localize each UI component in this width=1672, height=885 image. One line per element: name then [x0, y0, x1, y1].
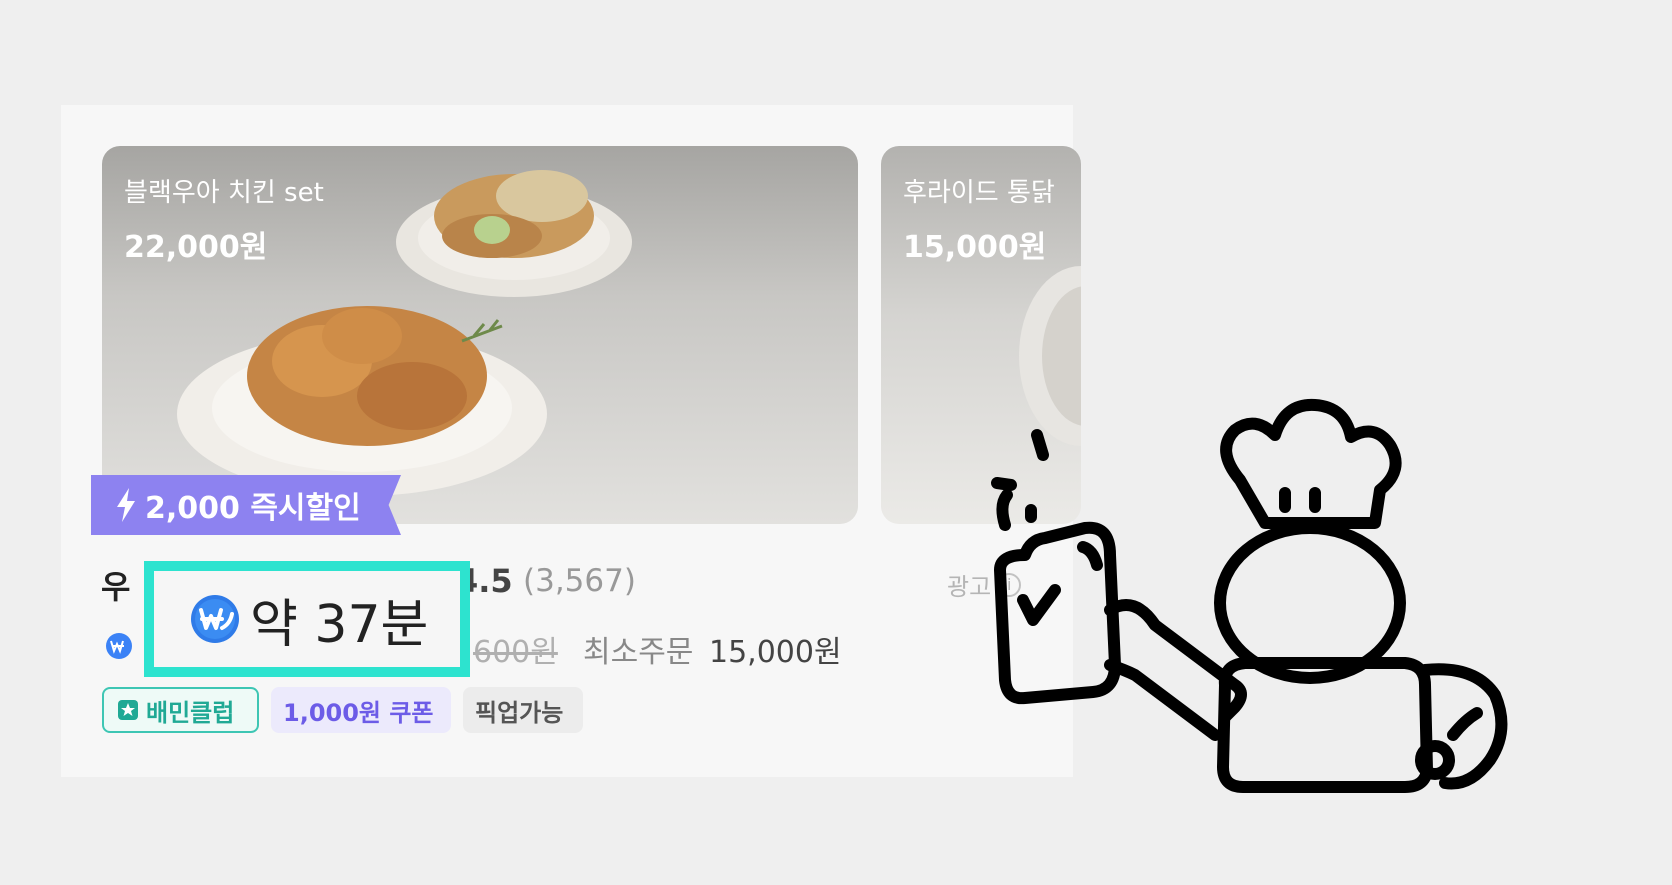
menu-item-name: 블랙우아 치킨 set [124, 178, 324, 208]
menu-item-price: 15,000원 [903, 230, 1047, 265]
coupon-tag: 1,000원 쿠폰 [271, 687, 451, 733]
min-order-label: 최소주문 [583, 635, 694, 670]
delivery-fee-original: 600원 [473, 635, 558, 670]
lightning-icon [117, 488, 135, 522]
discount-label: 2,000 즉시할인 [145, 491, 361, 526]
chef-illustration [991, 398, 1508, 793]
menu-item-price: 22,000원 [124, 230, 268, 265]
pickup-tag-label: 픽업가능 [475, 698, 564, 727]
club-tag-label: 배민클럽 [146, 698, 235, 727]
baemin-club-w-icon [106, 633, 132, 659]
eta-text: 약 37분 [250, 594, 429, 655]
menu-item-card[interactable]: 블랙우아 치킨 set 22,000원 [102, 146, 858, 524]
instant-discount-badge: 2,000 즉시할인 [91, 475, 401, 535]
baemin-club-w-icon [191, 595, 239, 643]
pickup-tag: 픽업가능 [463, 687, 583, 733]
review-count: (3,567) [523, 563, 636, 599]
eta-highlight: 약 37분 [144, 561, 470, 677]
club-star-icon [118, 700, 138, 720]
min-order-value: 15,000원 [709, 635, 842, 670]
coupon-tag-label: 1,000원 쿠폰 [283, 698, 434, 727]
menu-item-name: 후라이드 통닭 [903, 178, 1055, 208]
store-name[interactable]: 우 [101, 562, 130, 608]
baemin-club-tag: 배민클럽 [102, 687, 259, 733]
